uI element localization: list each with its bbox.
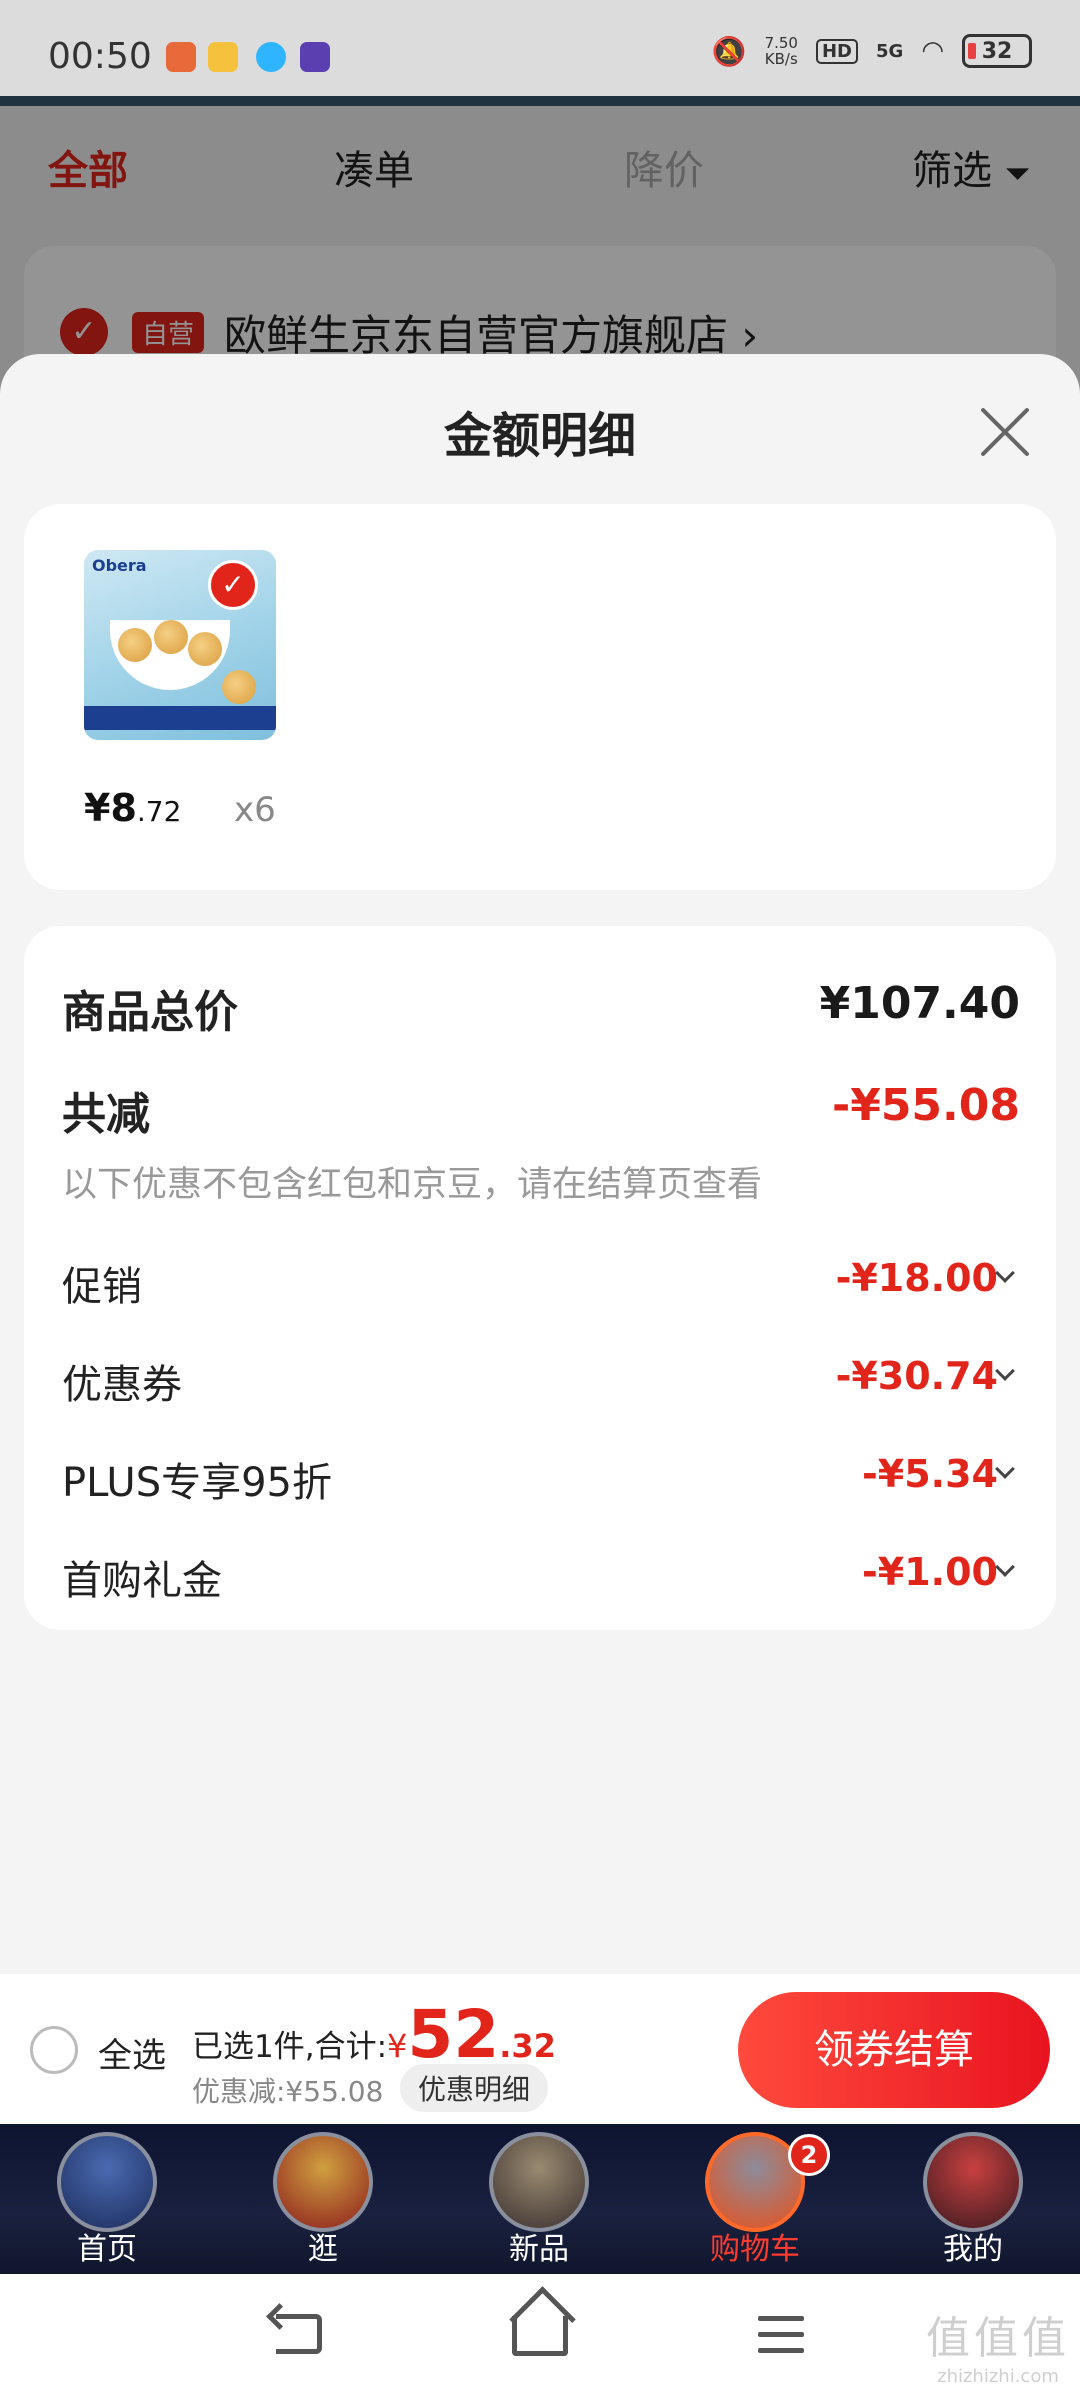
price-integer: ¥8	[84, 786, 137, 830]
total-value: ¥107.40	[819, 978, 1020, 1029]
speed-unit: KB/s	[764, 50, 798, 68]
cookie-graphic	[118, 628, 152, 662]
total-label: 商品总价	[62, 987, 238, 1038]
price-decimal: .72	[136, 795, 182, 828]
price-detail-card: 商品总价 ¥107.40 共减 -¥55.08 以下优惠不包含红包和京豆，请在结…	[24, 926, 1056, 1630]
total-integer: 52	[407, 1996, 500, 2073]
discount-label: 首购礼金	[62, 1558, 222, 1604]
tab-label: 购物车	[710, 2232, 800, 2267]
tab-label: 逛	[308, 2232, 338, 2267]
checkout-button[interactable]: 领券结算	[738, 1992, 1050, 2108]
qq-icon	[256, 42, 286, 72]
tab-label: 首页	[77, 2232, 137, 2267]
chevron-down-icon	[995, 1263, 1015, 1283]
discount-detail-button[interactable]: 优惠明细	[400, 2064, 549, 2112]
app-notification-icon	[166, 42, 196, 72]
product-price: ¥8.72	[84, 786, 181, 830]
discount-label: PLUS专享95折	[62, 1460, 332, 1506]
chevron-down-icon	[995, 1361, 1015, 1381]
close-icon[interactable]	[978, 404, 1032, 458]
chevron-down-icon	[995, 1557, 1015, 1577]
hd-icon: HD	[815, 38, 858, 64]
product-quantity: x6	[234, 790, 276, 830]
system-navigation-bar: 值值值 zhizhizhi.com	[0, 2274, 1080, 2400]
battery-icon: 32	[962, 34, 1032, 68]
bottom-tab-bar: 首页 逛 新品 2 购物车 我的	[0, 2124, 1080, 2274]
discount-label: 促销	[62, 1264, 142, 1310]
product-card: Obera ✓ ¥8.72 x6	[24, 504, 1056, 890]
reduce-value: -¥55.08	[831, 1080, 1020, 1131]
discount-value: -¥1.00	[862, 1550, 998, 1594]
watermark-logo: 值值值	[926, 2313, 1070, 2364]
watermark-url: zhizhizhi.com	[937, 2366, 1059, 2387]
wifi-icon: ◠	[921, 36, 944, 66]
thor-avatar-icon	[489, 2132, 589, 2232]
product-banner-strip	[84, 706, 276, 730]
divider	[0, 96, 1080, 106]
tab-new[interactable]: 新品	[464, 2124, 614, 2274]
tab-cart[interactable]: 2 购物车	[680, 2124, 830, 2274]
product-brand: Obera	[92, 556, 147, 575]
discount-note: 以下优惠不包含红包和京豆，请在结算页查看	[62, 1165, 763, 1205]
network-speed: 7.50 KB/s	[765, 35, 798, 67]
tab-home[interactable]: 首页	[32, 2124, 182, 2274]
captain-america-avatar-icon	[57, 2132, 157, 2232]
tab-label: 新品	[509, 2232, 569, 2267]
iron-man-avatar-icon	[273, 2132, 373, 2232]
discount-value: -¥5.34	[862, 1452, 998, 1496]
tab-label: 我的	[943, 2232, 1003, 2267]
tab-mine[interactable]: 我的	[898, 2124, 1048, 2274]
signal-5g-icon: 5G	[876, 40, 904, 62]
checkout-bar: 全选 已选1件,合计:¥52.32 优惠减:¥55.08 优惠明细 领券结算	[0, 1974, 1080, 2124]
total-decimal: .32	[499, 2027, 556, 2065]
cookie-graphic	[188, 632, 222, 666]
status-bar: 00:50 🔕 7.50 KB/s HD 5G ◠ 32	[0, 0, 1080, 100]
cookie-graphic	[222, 670, 256, 704]
sticker-app-icon	[300, 42, 330, 72]
discount-summary: 优惠减:¥55.08	[192, 2075, 384, 2108]
total-summary: 已选1件,合计:¥52.32	[192, 1996, 556, 2073]
mute-icon: 🔕	[711, 34, 747, 68]
menu-icon[interactable]	[758, 2316, 804, 2364]
cart-count-badge: 2	[788, 2134, 830, 2176]
tab-explore[interactable]: 逛	[248, 2124, 398, 2274]
discount-value: -¥18.00	[835, 1256, 998, 1300]
select-all-radio[interactable]	[30, 2026, 78, 2074]
select-all-label[interactable]: 全选	[98, 2028, 166, 2077]
product-check-icon[interactable]: ✓	[208, 560, 258, 610]
back-icon[interactable]	[276, 2314, 322, 2354]
watermark: 值值值 zhizhizhi.com	[926, 2302, 1070, 2387]
discount-label: 优惠券	[62, 1362, 182, 1408]
reduce-label: 共减	[62, 1089, 150, 1140]
cookie-graphic	[154, 620, 188, 654]
chevron-down-icon	[995, 1459, 1015, 1479]
sheet-title: 金额明细	[443, 408, 636, 464]
home-icon[interactable]	[512, 2316, 568, 2356]
selected-count-text: 已选1件,合计:	[192, 2029, 388, 2065]
app-notification-icon	[208, 42, 238, 72]
status-time: 00:50	[48, 36, 152, 77]
discount-value: -¥30.74	[835, 1354, 998, 1398]
ant-man-avatar-icon	[923, 2132, 1023, 2232]
total-currency: ¥	[387, 2027, 408, 2065]
battery-level: 32	[981, 38, 1013, 64]
